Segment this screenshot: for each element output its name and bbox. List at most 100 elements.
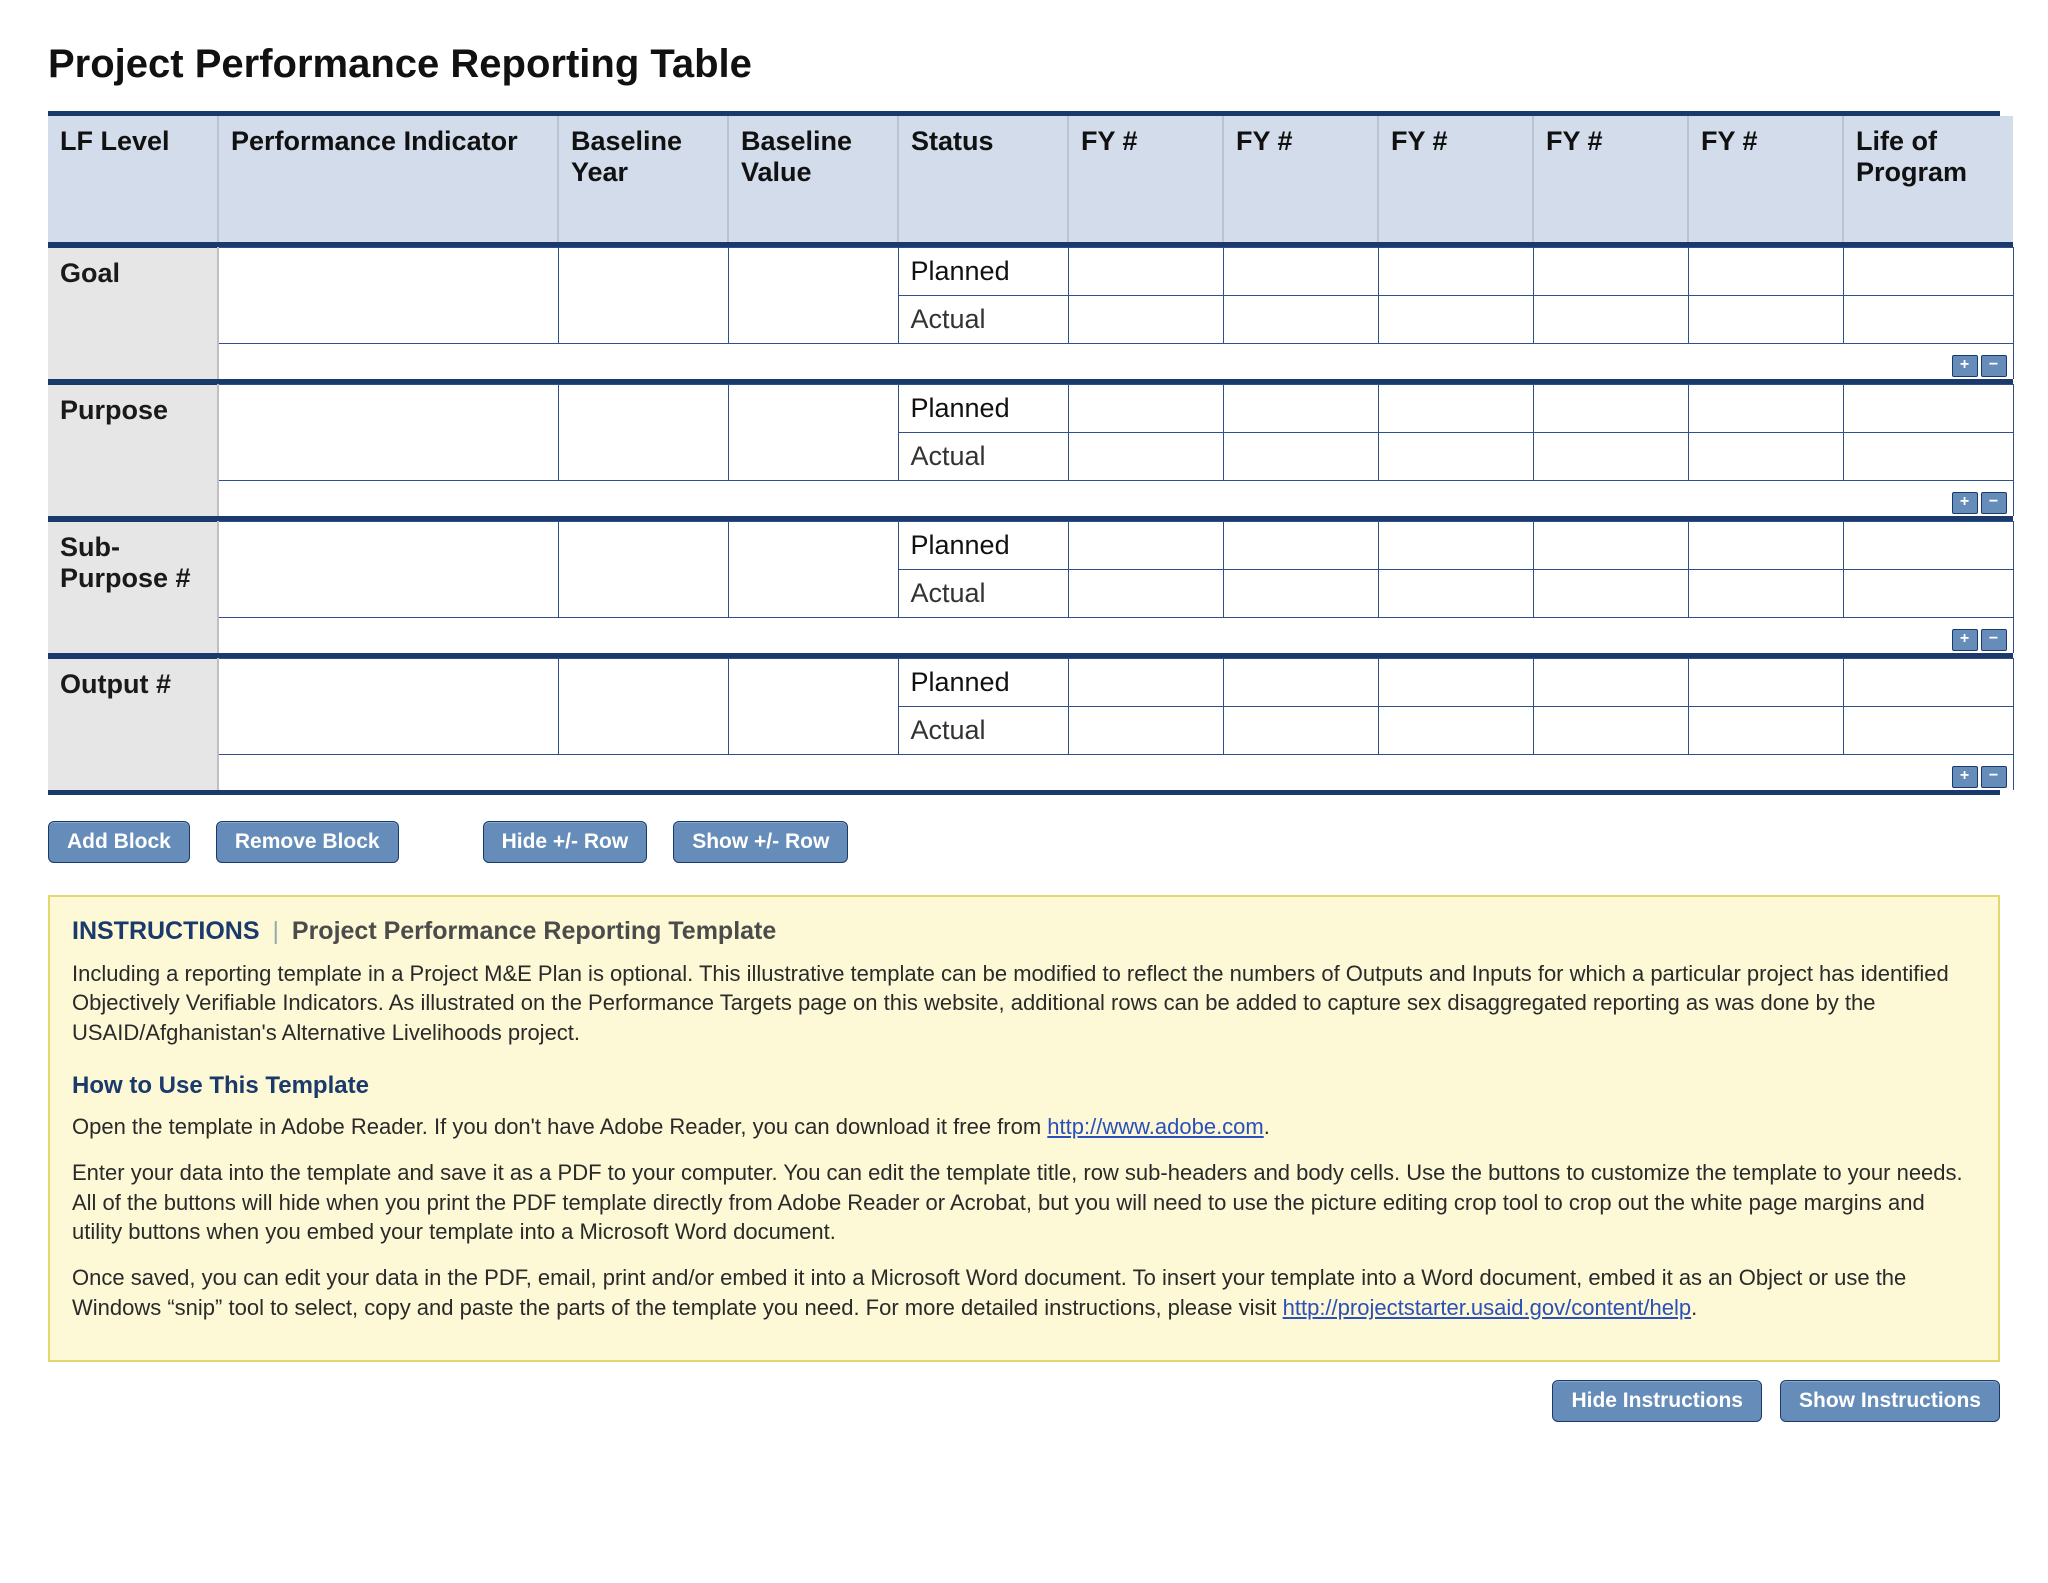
cell[interactable] xyxy=(1688,570,1843,618)
cell[interactable]: Actual xyxy=(898,707,1068,755)
cell[interactable] xyxy=(1843,659,2013,707)
cell[interactable] xyxy=(1843,522,2013,570)
cell[interactable] xyxy=(1378,570,1533,618)
cell[interactable] xyxy=(218,385,558,481)
show-pm-row-button[interactable]: Show +/- Row xyxy=(673,821,848,863)
cell[interactable] xyxy=(218,659,558,755)
cell[interactable] xyxy=(1688,385,1843,433)
cell[interactable] xyxy=(1843,385,2013,433)
adobe-link[interactable]: http://www.adobe.com xyxy=(1047,1114,1263,1139)
help-link[interactable]: http://projectstarter.usaid.gov/content/… xyxy=(1283,1295,1691,1320)
add-row-button[interactable]: + xyxy=(1952,629,1978,651)
add-block-button[interactable]: Add Block xyxy=(48,821,190,863)
cell[interactable] xyxy=(1533,522,1688,570)
show-instructions-button[interactable]: Show Instructions xyxy=(1780,1380,2000,1422)
cell[interactable] xyxy=(1843,707,2013,755)
cell[interactable] xyxy=(558,385,728,481)
cell[interactable] xyxy=(1223,385,1378,433)
cell[interactable] xyxy=(1223,248,1378,296)
minus-icon: − xyxy=(1989,494,1998,510)
header-row: LF Level Performance Indicator Baseline … xyxy=(48,116,2013,242)
cell[interactable] xyxy=(1688,248,1843,296)
cell[interactable] xyxy=(1068,248,1223,296)
cell[interactable] xyxy=(728,385,898,481)
cell[interactable] xyxy=(1223,522,1378,570)
col-fy-1: FY # xyxy=(1068,116,1223,242)
cell[interactable] xyxy=(1688,296,1843,344)
add-row-button[interactable]: + xyxy=(1952,766,1978,788)
section-subpurpose-pm-row: +− xyxy=(48,618,2013,654)
col-fy-4: FY # xyxy=(1533,116,1688,242)
cell[interactable] xyxy=(1843,433,2013,481)
hide-instructions-button[interactable]: Hide Instructions xyxy=(1552,1380,1762,1422)
cell[interactable] xyxy=(1223,296,1378,344)
remove-block-button[interactable]: Remove Block xyxy=(216,821,399,863)
cell[interactable] xyxy=(558,248,728,344)
section-output-label[interactable]: Output # xyxy=(48,659,218,791)
hide-pm-row-button[interactable]: Hide +/- Row xyxy=(483,821,648,863)
cell[interactable]: Planned xyxy=(898,385,1068,433)
remove-row-button[interactable]: − xyxy=(1981,766,2007,788)
cell[interactable] xyxy=(1378,433,1533,481)
cell[interactable] xyxy=(1688,707,1843,755)
cell[interactable] xyxy=(218,522,558,618)
cell[interactable] xyxy=(1378,385,1533,433)
cell[interactable] xyxy=(1378,522,1533,570)
cell[interactable] xyxy=(1068,659,1223,707)
cell[interactable] xyxy=(1378,659,1533,707)
col-life-of-program: Life of Program xyxy=(1843,116,2013,242)
remove-row-button[interactable]: − xyxy=(1981,629,2007,651)
cell[interactable] xyxy=(1223,433,1378,481)
cell[interactable] xyxy=(1688,659,1843,707)
cell[interactable]: Planned xyxy=(898,248,1068,296)
cell[interactable] xyxy=(1068,570,1223,618)
cell[interactable] xyxy=(1533,707,1688,755)
add-row-button[interactable]: + xyxy=(1952,355,1978,377)
cell[interactable] xyxy=(1533,248,1688,296)
cell[interactable] xyxy=(1223,707,1378,755)
cell[interactable] xyxy=(728,522,898,618)
cell[interactable] xyxy=(1378,296,1533,344)
section-subpurpose-label[interactable]: Sub-Purpose # xyxy=(48,522,218,654)
remove-row-button[interactable]: − xyxy=(1981,355,2007,377)
cell[interactable] xyxy=(1533,296,1688,344)
cell[interactable] xyxy=(1533,570,1688,618)
cell[interactable]: Actual xyxy=(898,570,1068,618)
cell[interactable] xyxy=(1843,296,2013,344)
cell[interactable]: Planned xyxy=(898,659,1068,707)
cell[interactable] xyxy=(1843,570,2013,618)
col-baseline-value: Baseline Value xyxy=(728,116,898,242)
cell[interactable] xyxy=(558,522,728,618)
cell[interactable] xyxy=(1068,433,1223,481)
cell[interactable] xyxy=(1533,385,1688,433)
cell[interactable] xyxy=(1223,570,1378,618)
cell[interactable]: Actual xyxy=(898,296,1068,344)
cell[interactable] xyxy=(1223,659,1378,707)
plus-icon: + xyxy=(1960,357,1969,373)
col-fy-5: FY # xyxy=(1688,116,1843,242)
cell[interactable] xyxy=(1068,707,1223,755)
col-status: Status xyxy=(898,116,1068,242)
cell[interactable] xyxy=(1068,385,1223,433)
cell[interactable] xyxy=(1688,522,1843,570)
cell[interactable] xyxy=(1378,248,1533,296)
cell[interactable] xyxy=(1533,433,1688,481)
cell[interactable] xyxy=(1688,433,1843,481)
cell[interactable]: Planned xyxy=(898,522,1068,570)
add-row-button[interactable]: + xyxy=(1952,492,1978,514)
section-goal-label[interactable]: Goal xyxy=(48,248,218,380)
cell[interactable] xyxy=(1533,659,1688,707)
cell[interactable] xyxy=(1378,707,1533,755)
instructions-panel: INSTRUCTIONS | Project Performance Repor… xyxy=(48,895,2000,1362)
cell[interactable] xyxy=(558,659,728,755)
cell[interactable] xyxy=(1068,522,1223,570)
section-purpose-label[interactable]: Purpose xyxy=(48,385,218,517)
cell[interactable] xyxy=(1843,248,2013,296)
cell[interactable] xyxy=(218,248,558,344)
cell[interactable]: Actual xyxy=(898,433,1068,481)
cell[interactable] xyxy=(728,659,898,755)
cell[interactable] xyxy=(728,248,898,344)
cell[interactable] xyxy=(1068,296,1223,344)
section-purpose-planned-row: PurposePlanned xyxy=(48,385,2013,433)
remove-row-button[interactable]: − xyxy=(1981,492,2007,514)
